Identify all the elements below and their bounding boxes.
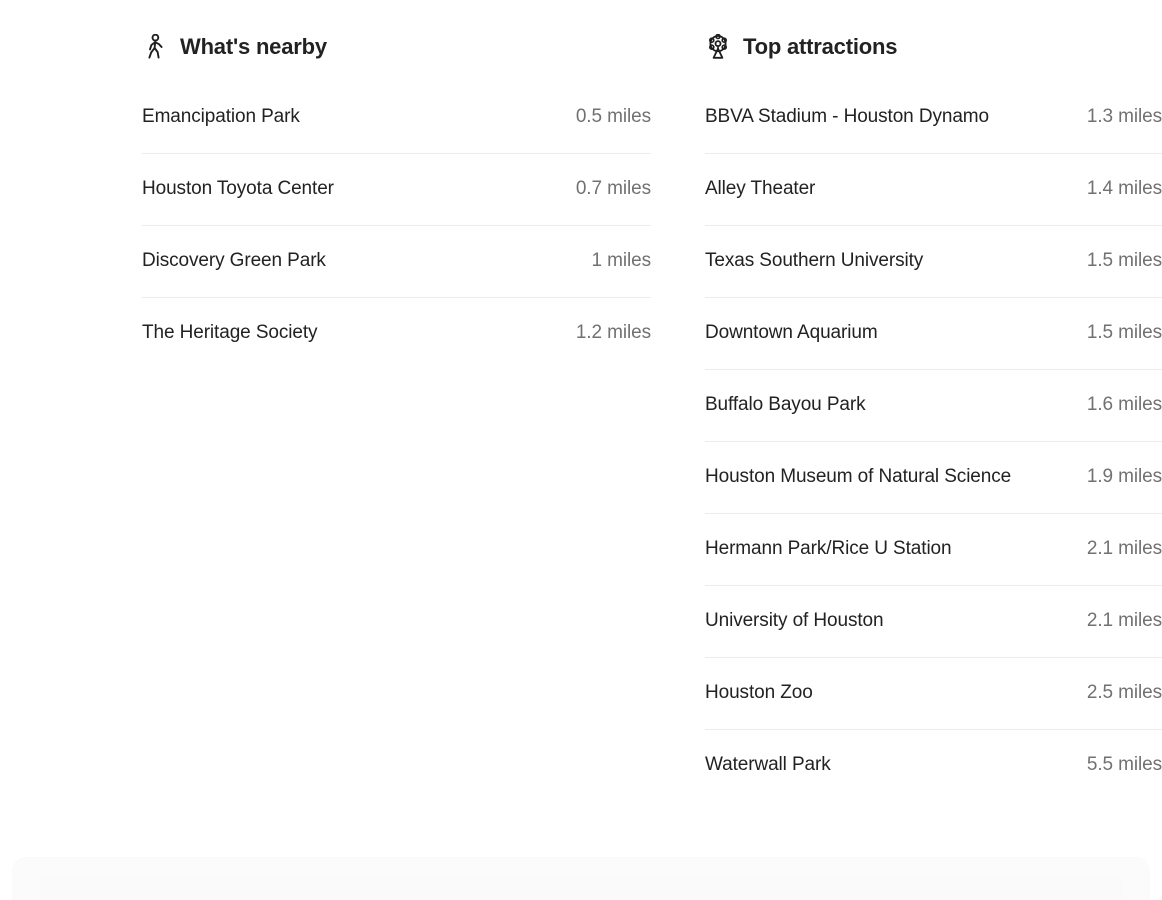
list-item[interactable]: University of Houston 2.1 miles [704,586,1162,658]
list-item[interactable]: Houston Toyota Center 0.7 miles [142,154,651,226]
list-item[interactable]: Houston Museum of Natural Science 1.9 mi… [704,442,1162,514]
bottom-panel-edge-inner [40,874,1122,900]
top-attractions-list: BBVA Stadium - Houston Dynamo 1.3 miles … [704,82,1162,802]
place-distance: 1.6 miles [1086,394,1162,415]
list-item[interactable]: BBVA Stadium - Houston Dynamo 1.3 miles [704,82,1162,154]
place-distance: 2.1 miles [1086,610,1162,631]
nearby-attractions-page: What's nearby Emancipation Park 0.5 mile… [0,0,1162,900]
whats-nearby-header: What's nearby [142,30,651,64]
list-item[interactable]: Texas Southern University 1.5 miles [704,226,1162,298]
list-item[interactable]: Emancipation Park 0.5 miles [142,82,651,154]
list-item[interactable]: Downtown Aquarium 1.5 miles [704,298,1162,370]
place-name: Alley Theater [704,178,816,199]
place-name: Buffalo Bayou Park [704,394,866,415]
place-name: Houston Toyota Center [142,178,334,199]
whats-nearby-title: What's nearby [180,34,327,59]
place-name: Emancipation Park [142,106,300,127]
place-name: Waterwall Park [704,754,831,775]
place-distance: 2.1 miles [1086,538,1162,559]
place-distance: 1.2 miles [575,322,651,343]
place-distance: 0.7 miles [575,178,651,199]
list-item[interactable]: Alley Theater 1.4 miles [704,154,1162,226]
top-attractions-header: Top attractions [705,30,1162,64]
place-name: Houston Museum of Natural Science [704,466,1012,487]
list-item[interactable]: The Heritage Society 1.2 miles [142,298,651,370]
place-distance: 0.5 miles [575,106,651,127]
place-name: Houston Zoo [704,682,813,703]
place-distance: 5.5 miles [1086,754,1162,775]
whats-nearby-section: What's nearby Emancipation Park 0.5 mile… [142,0,651,802]
place-distance: 1 miles [591,250,652,271]
place-distance: 1.3 miles [1086,106,1162,127]
bottom-panel-edge [12,857,1150,900]
list-item[interactable]: Discovery Green Park 1 miles [142,226,651,298]
place-name: BBVA Stadium - Houston Dynamo [704,106,989,127]
place-name: Texas Southern University [704,250,924,271]
place-name: Hermann Park/Rice U Station [704,538,952,559]
whats-nearby-list: Emancipation Park 0.5 miles Houston Toyo… [142,82,651,370]
list-item[interactable]: Waterwall Park 5.5 miles [705,730,1162,802]
place-distance: 1.5 miles [1086,322,1162,343]
ferris-wheel-icon [705,32,731,62]
place-name: Downtown Aquarium [704,322,878,343]
place-name: University of Houston [704,610,884,631]
place-name: Discovery Green Park [142,250,326,271]
walking-person-icon [142,32,168,62]
list-item[interactable]: Houston Zoo 2.5 miles [704,658,1162,730]
list-item[interactable]: Buffalo Bayou Park 1.6 miles [704,370,1162,442]
top-attractions-section: Top attractions BBVA Stadium - Houston D… [704,0,1162,802]
place-distance: 1.4 miles [1086,178,1162,199]
two-column-layout: What's nearby Emancipation Park 0.5 mile… [0,0,1162,802]
place-distance: 1.9 miles [1086,466,1162,487]
place-name: The Heritage Society [142,322,318,343]
top-attractions-title: Top attractions [742,34,898,59]
place-distance: 2.5 miles [1086,682,1162,703]
list-item[interactable]: Hermann Park/Rice U Station 2.1 miles [704,514,1162,586]
place-distance: 1.5 miles [1086,250,1162,271]
